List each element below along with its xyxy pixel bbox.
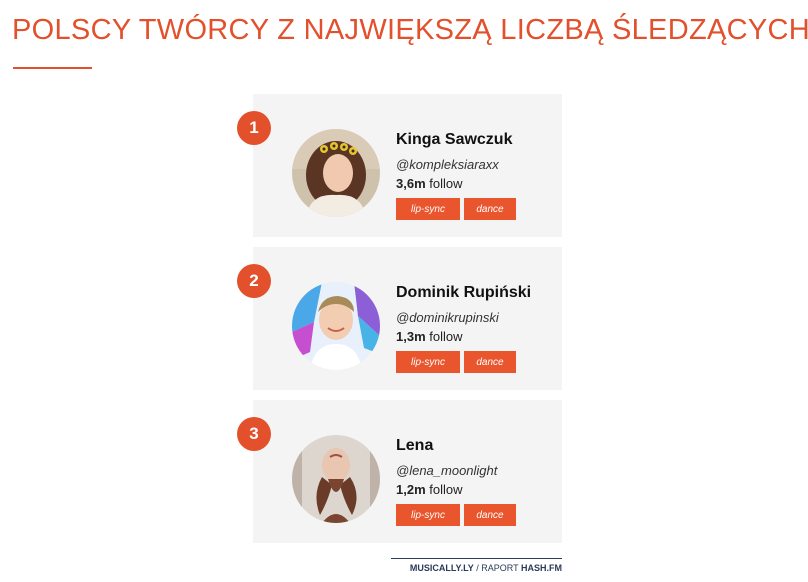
avatar-photo-dominik <box>292 282 380 370</box>
avatar <box>292 435 380 523</box>
follower-count-value: 1,3m <box>396 329 426 344</box>
follower-count: 3,6m follow <box>396 176 556 192</box>
page-title: POLSCY TWÓRCY Z NAJWIĘKSZĄ LICZBĄ ŚLEDZĄ… <box>12 14 808 46</box>
avatar <box>292 282 380 370</box>
creator-name: Dominik Rupiński <box>396 284 532 301</box>
footer-credits: MUSICALLY.LY / RAPORT HASH.FM <box>391 563 562 573</box>
rank-badge: 3 <box>237 417 271 451</box>
avatar-photo-lena <box>292 435 380 523</box>
tag-dance: dance <box>464 504 516 526</box>
title-underline <box>13 67 92 69</box>
creator-handle: @lena_moonlight <box>396 463 498 478</box>
avatar <box>292 129 380 217</box>
creator-card-3: 3 Lena @lena_moonlight 1,2m follow lip-s… <box>237 400 562 543</box>
footer-divider <box>391 558 562 559</box>
follower-count-value: 3,6m <box>396 176 426 191</box>
footer-separator: / <box>476 563 479 573</box>
follow-label: follow <box>429 329 463 344</box>
tag-dance: dance <box>464 198 516 220</box>
follow-label: follow <box>429 176 463 191</box>
creator-name: Lena <box>396 437 434 454</box>
creator-name: Kinga Sawczuk <box>396 131 513 148</box>
follower-count: 1,3m follow <box>396 329 556 345</box>
rank-badge: 2 <box>237 264 271 298</box>
tag-lip-sync: lip-sync <box>396 351 460 373</box>
tag-lip-sync: lip-sync <box>396 504 460 526</box>
avatar-photo-kinga <box>292 129 380 217</box>
creator-handle: @dominikrupinski <box>396 310 499 325</box>
rank-badge: 1 <box>237 111 271 145</box>
follower-count: 1,2m follow <box>396 482 556 498</box>
tag-dance: dance <box>464 351 516 373</box>
footer-brand: HASH.FM <box>521 563 562 573</box>
footer-source: MUSICALLY.LY <box>409 563 474 573</box>
creator-card-2: 2 Dominik Rupiński @dominikrupinski 1,3m… <box>237 247 562 390</box>
footer-report-label: RAPORT <box>481 563 519 573</box>
tag-lip-sync: lip-sync <box>396 198 460 220</box>
follower-count-value: 1,2m <box>396 482 426 497</box>
creator-handle: @kompleksiaraxx <box>396 157 499 172</box>
creator-card-1: 1 Kinga Sawczuk @kompleksiaraxx 3,6m fol… <box>237 94 562 237</box>
follow-label: follow <box>429 482 463 497</box>
